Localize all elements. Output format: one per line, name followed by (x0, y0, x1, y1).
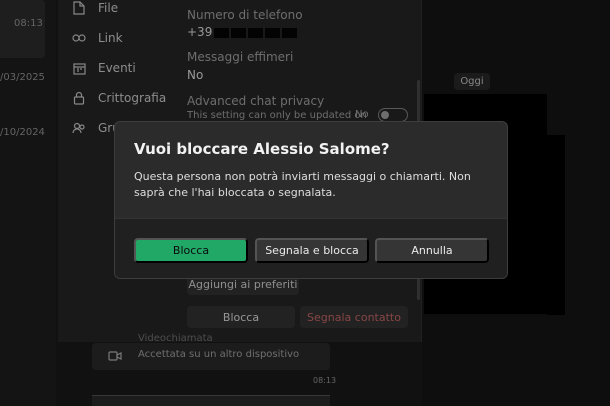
dialog-footer: Blocca Segnala e blocca Annulla (115, 218, 507, 278)
dialog-title: Vuoi bloccare Alessio Salome? (134, 140, 390, 158)
report-and-block-button[interactable]: Segnala e blocca (255, 238, 369, 263)
cancel-button[interactable]: Annulla (375, 238, 489, 263)
dialog-body: Questa persona non potrà inviarti messag… (134, 170, 471, 199)
block-contact-dialog: Vuoi bloccare Alessio Salome? Questa per… (114, 121, 508, 279)
confirm-block-button[interactable]: Blocca (134, 238, 248, 263)
